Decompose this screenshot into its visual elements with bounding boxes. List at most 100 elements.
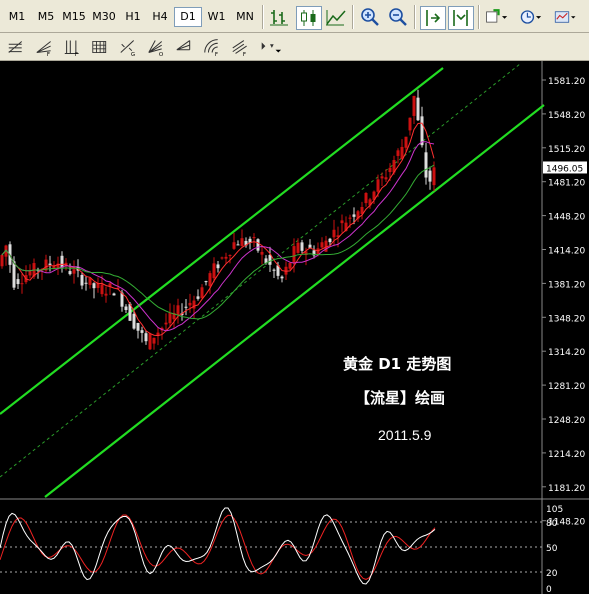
candle-body	[168, 312, 172, 324]
candle-body	[328, 238, 332, 243]
candle-body	[68, 271, 72, 275]
fibo-arc-icon[interactable]: F	[202, 36, 226, 58]
candle-body	[224, 256, 228, 259]
timeframe-m1-button[interactable]: M1	[4, 8, 30, 26]
timeframe-h1-button[interactable]: H1	[120, 8, 146, 26]
candle-body	[384, 177, 388, 180]
svg-text:F: F	[215, 52, 218, 58]
price-chart[interactable]: 1581.20 1548.20 1515.20 1481.20 1448.20 1414.…	[0, 61, 589, 594]
price-tick-label: 1548.20	[548, 111, 585, 121]
timeframe-m15-button[interactable]: M15	[60, 8, 88, 26]
bar-chart-icon[interactable]	[268, 6, 292, 28]
svg-text:G: G	[131, 52, 135, 58]
candle-body	[212, 263, 216, 279]
candle-body	[268, 254, 272, 265]
candle-body	[184, 306, 188, 308]
price-tick-label: 1248.20	[548, 416, 585, 426]
oscillator-level-label: 0	[546, 585, 552, 594]
candle-body	[292, 246, 296, 263]
candle-body	[388, 167, 392, 173]
templates-icon[interactable]	[553, 6, 585, 28]
candle-body	[300, 242, 304, 251]
timeframe-h4-button[interactable]: H4	[147, 8, 173, 26]
candle-body	[80, 275, 84, 286]
candle-body	[400, 146, 404, 159]
candle-body	[256, 239, 260, 251]
annotation-title: 黄金 D1 走势图	[343, 355, 452, 373]
candle-body	[432, 167, 436, 186]
toolbar-separator	[414, 5, 416, 29]
timeframe-m5-button[interactable]: M5	[33, 8, 59, 26]
auto-scroll-icon[interactable]	[420, 6, 446, 30]
arrows-icon[interactable]	[258, 36, 282, 58]
line-chart-icon[interactable]	[324, 6, 348, 28]
zoom-out-icon[interactable]	[386, 6, 410, 28]
candle-body	[428, 170, 432, 182]
fibo-retracement-icon[interactable]	[6, 36, 30, 58]
price-tick-label: 1515.20	[548, 145, 585, 155]
timeframe-w1-button[interactable]: W1	[203, 8, 230, 26]
candle-body	[424, 152, 428, 178]
candle-body	[0, 254, 4, 267]
candle-body	[204, 281, 208, 283]
annotation-date: 2011.5.9	[378, 427, 432, 443]
candle-body	[48, 263, 52, 265]
svg-text:F: F	[75, 52, 78, 58]
candle-body	[84, 282, 88, 284]
candle-body	[208, 273, 212, 287]
andrews-pitchfork-icon[interactable]	[174, 36, 198, 58]
svg-text:O: O	[159, 52, 164, 58]
svg-text:F: F	[243, 52, 246, 58]
candle-body	[228, 254, 232, 256]
candle-body	[376, 179, 380, 192]
candle-body	[92, 283, 96, 289]
timeframe-d1-button[interactable]: D1	[174, 7, 202, 27]
drawing-toolbar: FFGOFF	[0, 33, 589, 61]
gann-grid-icon[interactable]	[90, 36, 114, 58]
zoom-in-icon[interactable]	[358, 6, 382, 28]
chart-canvas[interactable]: 1581.20 1548.20 1515.20 1481.20 1448.20 1414.…	[0, 61, 589, 594]
gann-line-icon[interactable]: G	[118, 36, 142, 58]
candle-body	[232, 242, 236, 249]
candlestick-chart-icon[interactable]	[296, 6, 322, 30]
indicators-icon[interactable]	[484, 6, 512, 28]
price-tick-label: 1414.20	[548, 247, 585, 257]
svg-text:F: F	[47, 52, 50, 58]
candle-body	[164, 322, 168, 325]
candle-body	[176, 305, 180, 316]
candle-body	[12, 261, 16, 288]
candle-body	[140, 330, 144, 333]
fibo-fan-icon[interactable]: F	[34, 36, 58, 58]
candle-body	[60, 255, 64, 268]
gann-fan-icon[interactable]: O	[146, 36, 170, 58]
timeframe-mn-button[interactable]: MN	[231, 8, 259, 26]
candle-body	[112, 293, 116, 296]
candle-body	[124, 306, 128, 310]
candle-body	[352, 214, 356, 217]
candle-body	[236, 244, 240, 246]
channel-lower-line	[44, 104, 545, 498]
candle-body	[272, 269, 276, 271]
toolbar-separator	[352, 5, 354, 29]
price-tick-label: 1448.20	[548, 213, 585, 223]
candle-body	[416, 97, 420, 121]
candle-body	[196, 296, 200, 299]
periodicity-icon[interactable]	[518, 6, 546, 28]
chart-shift-icon[interactable]	[448, 6, 474, 30]
candle-body	[132, 313, 136, 329]
price-tick-label: 1214.20	[548, 450, 585, 460]
fibo-time-zones-icon[interactable]: F	[62, 36, 86, 58]
fibo-channel-icon[interactable]: F	[230, 36, 254, 58]
oscillator-level-label: 50	[546, 544, 558, 554]
candle-body	[332, 229, 336, 238]
timeframe-m30-button[interactable]: M30	[89, 8, 119, 26]
candle-body	[200, 287, 204, 299]
candle-body	[412, 95, 416, 116]
candle-body	[320, 242, 324, 248]
candle-body	[240, 238, 244, 247]
candle-body	[408, 117, 412, 131]
candle-body	[152, 337, 156, 344]
ma-mid-line	[1, 141, 435, 332]
price-tick-label: 1181.20	[548, 484, 585, 494]
annotation-author: 【流星】绘画	[355, 389, 446, 407]
